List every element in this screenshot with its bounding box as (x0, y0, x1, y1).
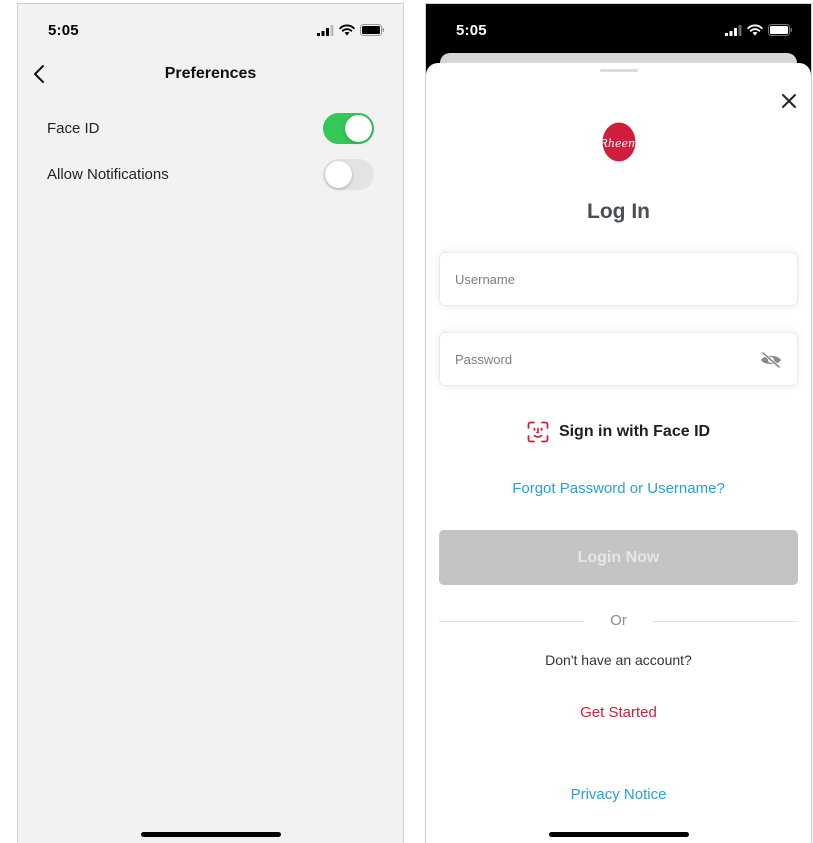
face-id-signin-button[interactable]: Sign in with Face ID (426, 419, 811, 445)
close-icon[interactable] (777, 89, 801, 113)
toggle-knob (345, 115, 372, 142)
face-id-icon (527, 421, 549, 443)
or-divider: Or (439, 611, 798, 631)
battery-icon (360, 24, 384, 36)
battery-icon (768, 24, 792, 36)
nav-bar: Preferences (18, 58, 403, 94)
login-screen: 5:05 hee Log In Username Sign in with Fa… (425, 3, 812, 843)
login-button[interactable]: Login Now (439, 530, 798, 585)
status-icons (725, 24, 793, 36)
setting-label-notifications: Allow Notifications (47, 166, 169, 183)
privacy-notice-link[interactable]: Privacy Notice (426, 786, 811, 803)
signal-icon (317, 24, 334, 36)
password-field (439, 332, 798, 386)
wifi-icon (339, 24, 355, 36)
username-input[interactable] (440, 253, 797, 305)
notifications-toggle[interactable] (323, 159, 374, 190)
preferences-screen: 5:05 Preferences Face ID Allow Notificat… (17, 3, 404, 843)
rheem-logo-text: Rheem (602, 137, 636, 150)
forgot-credentials-link[interactable]: Forgot Password or Username? (426, 480, 811, 497)
rheem-logo: Rheem (602, 122, 636, 162)
login-title: Log In (587, 200, 650, 223)
setting-row-notifications: Allow Notifications (47, 159, 374, 191)
wifi-icon (747, 24, 763, 36)
face-id-signin-label: Sign in with Face ID (558, 423, 711, 440)
setting-label-face-id: Face ID (47, 120, 100, 137)
no-account-text: Don't have an account? (545, 652, 692, 668)
eye-slash-icon[interactable] (759, 351, 783, 369)
get-started-link[interactable]: Get Started (426, 704, 811, 721)
signal-icon (725, 24, 742, 36)
status-bar: 5:05 (18, 4, 403, 52)
home-indicator (548, 832, 689, 837)
login-sheet: Rheem Log In (426, 63, 811, 843)
password-input[interactable] (440, 333, 797, 385)
username-field (439, 252, 798, 306)
setting-row-face-id: Face ID (47, 113, 374, 145)
page-title: Preferences (164, 65, 257, 82)
toggle-knob (325, 161, 352, 188)
home-indicator (140, 832, 281, 837)
status-time: 5:05 (456, 22, 487, 39)
status-icons (317, 24, 385, 36)
status-bar: 5:05 (426, 4, 811, 52)
status-time: 5:05 (48, 22, 79, 39)
sheet-grabber[interactable] (599, 69, 638, 72)
divider-line-right (653, 621, 798, 622)
face-id-toggle[interactable] (323, 113, 374, 144)
